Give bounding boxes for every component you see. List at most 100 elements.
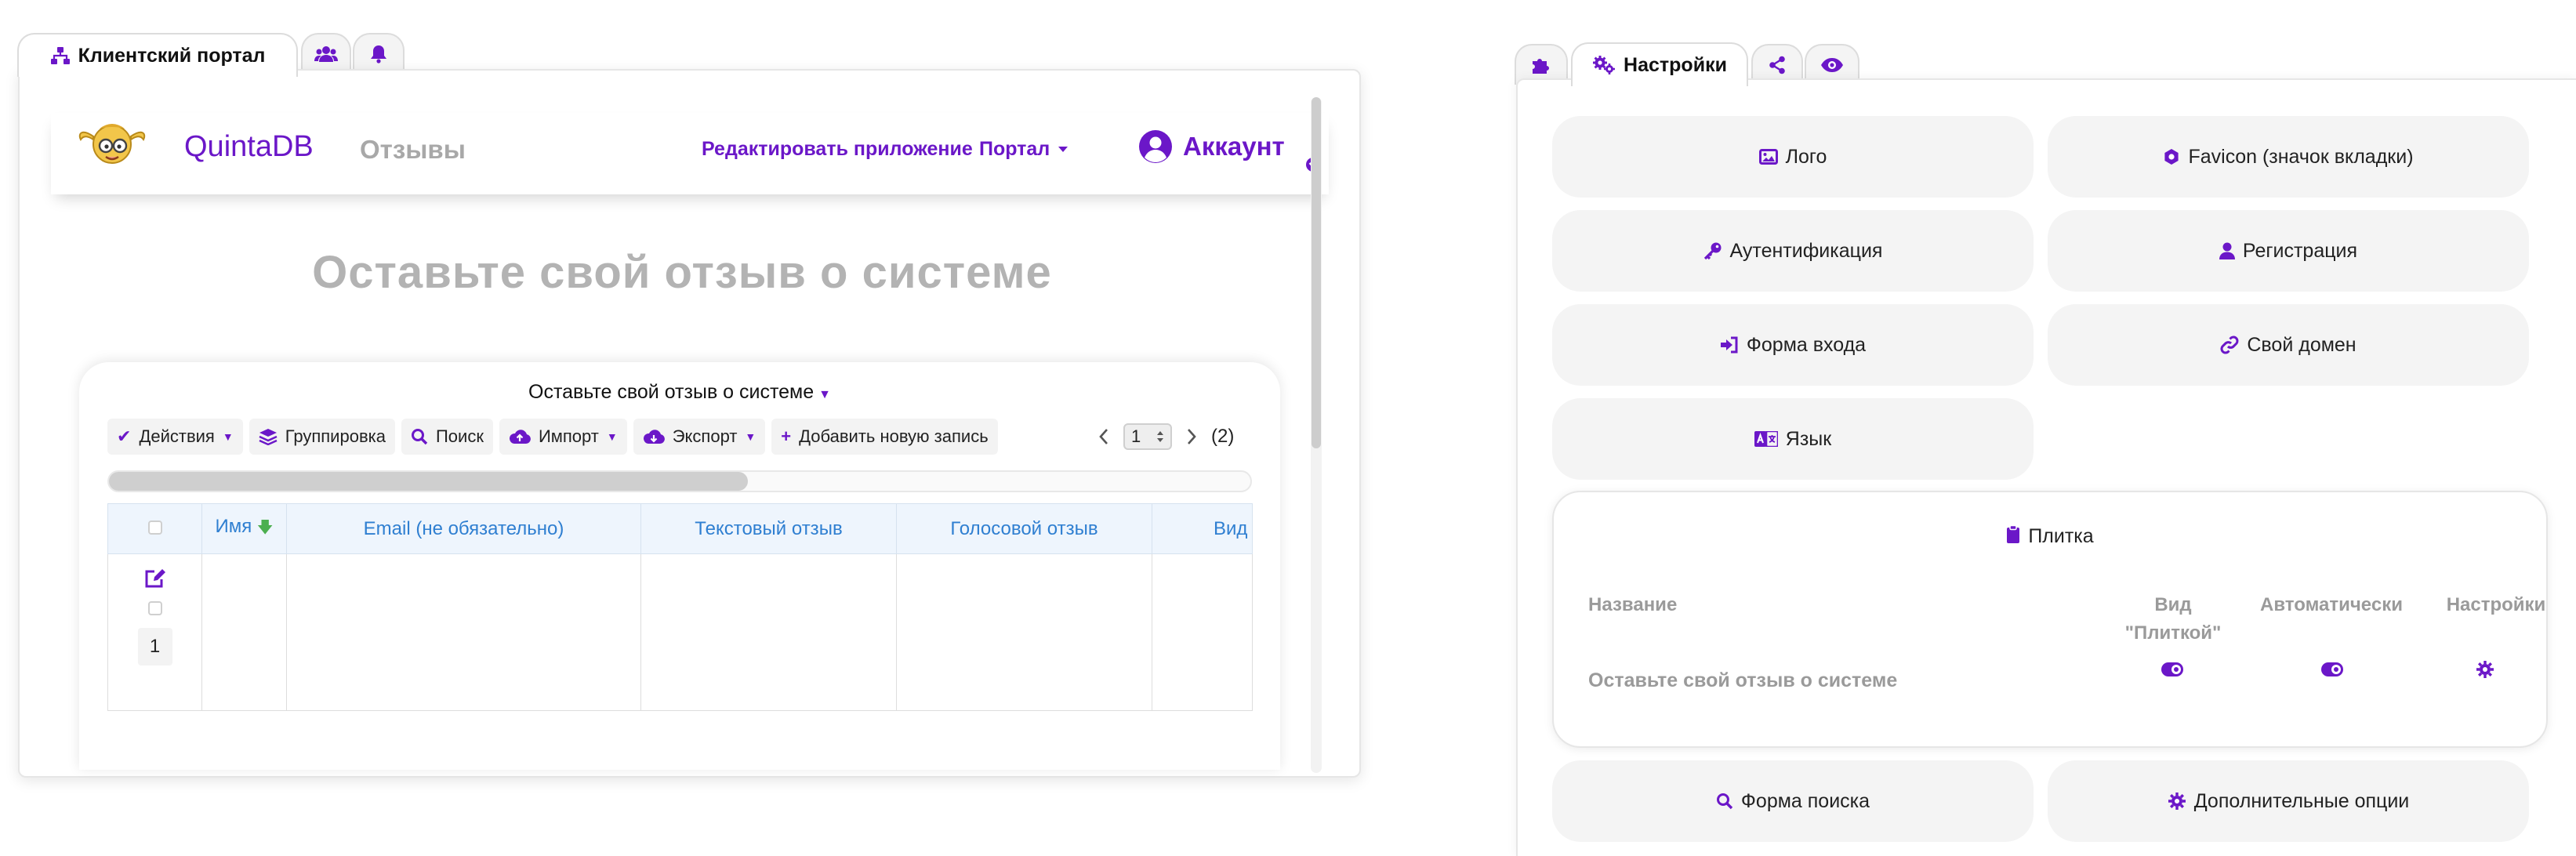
tile-col-auto: Автоматически [2230,591,2433,619]
registration-button[interactable]: Регистрация [2048,210,2529,292]
table-cell[interactable] [201,553,287,711]
language-label: Язык [1785,427,1832,450]
horizontal-scrollbar[interactable] [107,470,1252,492]
authentication-button[interactable]: Аутентификация [1552,210,2034,292]
tile-col-settings-label: Настройки [2446,594,2546,615]
table-cell[interactable] [1152,553,1253,711]
logo-label: Лого [1785,145,1827,168]
table-toolbar: ✔ Действия ▼ Группировка Поиск Импорт ▼ … [107,417,998,456]
vertical-scrollbar[interactable] [1311,97,1322,773]
prev-page-icon[interactable] [1098,428,1109,445]
user-circle-icon [1137,129,1174,165]
gears-icon [1592,55,1616,75]
caret-down-icon: ▼ [745,430,756,443]
tile-title: Плитка [1554,525,2546,548]
share-icon [1769,56,1786,74]
account-label: Аккаунт [1183,132,1285,161]
portal-menu[interactable]: Портал [979,138,1068,161]
caret-down-icon: ▼ [818,388,831,401]
tab-client-portal-label: Клиентский портал [78,44,266,67]
brand-name[interactable]: QuintaDB [184,130,314,164]
column-header-text-review[interactable]: Текстовый отзыв [640,503,897,554]
grouping-label: Группировка [285,426,386,446]
export-button[interactable]: Экспорт ▼ [633,419,766,455]
tile-row-name: Оставьте свой отзыв о системе [1588,669,1898,691]
add-record-label: Добавить новую запись [799,426,989,446]
link-icon [2220,336,2239,354]
favicon-button[interactable]: Favicon (значок вкладки) [2048,116,2529,198]
tab-notifications[interactable] [353,33,405,74]
select-all-checkbox[interactable] [147,520,162,535]
quintadb-logo-mascot[interactable] [76,116,148,171]
tile-col-name-label: Название [1588,594,1678,615]
column-header-email[interactable]: Email (не обязательно) [286,503,641,554]
export-label: Экспорт [672,426,738,446]
tile-col-tile-view-line2: "Плиткой" [2124,622,2222,644]
actions-label: Действия [139,426,215,446]
tile-title-label: Плитка [2028,525,2094,547]
tile-view-toggle[interactable] [2161,662,2184,677]
row-checkbox[interactable] [147,601,162,615]
add-record-button[interactable]: + Добавить новую запись [771,419,998,455]
tab-client-portal[interactable]: Клиентский портал [17,33,298,77]
image-icon [1758,149,1778,165]
custom-domain-button[interactable]: Свой домен [2048,304,2529,386]
sitemap-icon [50,46,71,65]
tile-settings-card: Плитка Название Вид "Плиткой" Автоматиче… [1552,491,2548,748]
tab-users[interactable] [301,33,351,74]
table-cell[interactable] [896,553,1152,711]
caret-down-icon: ▼ [222,430,234,443]
grouping-button[interactable]: Группировка [249,419,395,455]
logo-button[interactable]: Лого [1552,116,2034,198]
form-title-label: Оставьте свой отзыв о системе [528,381,815,403]
next-page-icon[interactable] [1186,428,1197,445]
spinner-arrows-icon [1156,430,1164,444]
row-tools-cell: 1 [107,553,202,711]
form-card: Оставьте свой отзыв о системе ▼ ✔ Действи… [79,362,1280,770]
form-title[interactable]: Оставьте свой отзыв о системе ▼ [79,381,1280,404]
favicon-label: Favicon (значок вкладки) [2188,145,2414,168]
extra-options-label: Дополнительные опции [2193,789,2410,812]
column-header-name-label: Имя [215,515,252,537]
caret-down-icon [1058,146,1068,153]
tile-settings-gear-icon[interactable] [2476,660,2494,679]
extra-options-button[interactable]: Дополнительные опции [2048,760,2529,842]
user-icon [2219,242,2235,259]
login-form-label: Форма входа [1746,333,1867,356]
search-label: Поиск [435,426,484,446]
login-form-button[interactable]: Форма входа [1552,304,2034,386]
search-button[interactable]: Поиск [401,419,493,455]
column-header-name[interactable]: Имя 🡇 [201,503,287,554]
auto-toggle[interactable] [2320,662,2344,677]
tile-col-settings: Настройки [2425,591,2567,619]
vertical-scrollbar-thumb[interactable] [1312,97,1321,448]
import-button[interactable]: Импорт ▼ [499,419,627,455]
bell-icon [370,45,387,63]
clipboard-icon [2006,525,2020,548]
import-label: Импорт [538,426,599,446]
layers-icon [259,428,278,445]
column-header-view[interactable]: Вид [1152,503,1253,554]
table-cell[interactable] [286,553,641,711]
edit-app-link[interactable]: Редактировать приложение [702,138,973,161]
column-header-voice-review[interactable]: Голосовой отзыв [896,503,1152,554]
horizontal-scrollbar-thumb[interactable] [109,472,748,491]
language-icon [1754,431,1778,447]
search-form-label: Форма поиска [1740,789,1870,812]
app-name[interactable]: Отзывы [360,135,466,165]
tab-settings[interactable]: Настройки [1571,42,1748,86]
gear-icon [2168,792,2186,811]
tile-col-tile-view: Вид "Плиткой" [2103,591,2244,647]
caret-down-icon: ▼ [606,430,618,443]
row-number: 1 [137,628,172,666]
table-cell[interactable] [640,553,897,711]
search-form-button[interactable]: Форма поиска [1552,760,2034,842]
page-select-value: 1 [1131,426,1141,446]
language-button[interactable]: Язык [1552,398,2034,480]
account-menu[interactable]: Аккаунт [1137,129,1285,165]
page-select[interactable]: 1 [1123,423,1172,450]
select-all-header [107,503,202,554]
edit-icon[interactable] [144,568,166,589]
records-table: Имя 🡇 Email (не обязательно) Текстовый о… [107,503,1253,711]
actions-button[interactable]: ✔ Действия ▼ [107,419,243,455]
